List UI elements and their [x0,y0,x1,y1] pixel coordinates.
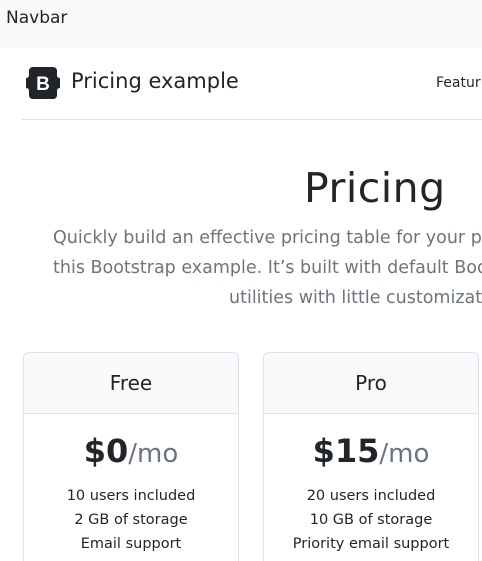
card-header: Pro [264,353,478,414]
hero-title: Pricing [304,164,446,212]
feature-list: 10 users included 2 GB of storage Email … [24,484,238,556]
site-header: B Pricing example Featur [22,47,482,120]
navbar-brand[interactable]: Navbar [6,8,67,28]
pricing-card-pro: Pro $15/mo 20 users included 10 GB of st… [263,352,479,561]
feature-item: 10 GB of storage [309,512,433,528]
feature-item: 2 GB of storage [74,512,188,528]
price-amount: $15 [312,432,380,470]
hero-description-line: Quickly build an effective pricing table… [53,228,482,248]
top-navbar: Navbar [0,0,482,47]
feature-list: 20 users included 10 GB of storage Prior… [264,484,478,556]
plan-name: Pro [355,371,387,395]
page: Navbar B Pricing example Featur Pricing … [0,0,482,561]
price-unit: /mo [128,439,179,469]
nav-link-features[interactable]: Featur [436,75,481,91]
plan-price: $15/mo [264,432,478,470]
header-title[interactable]: Pricing example [71,69,239,93]
hero-description-line: utilities with little customizati [229,288,482,308]
logo-letter: B [36,74,50,95]
pricing-card-free: Free $0/mo 10 users included 2 GB of sto… [23,352,239,561]
card-header: Free [24,353,238,414]
feature-item: 20 users included [306,488,436,504]
feature-item: Email support [80,536,182,552]
hero-description-line: this Bootstrap example. It’s built with … [53,258,482,278]
price-unit: /mo [379,439,430,469]
feature-item: Priority email support [292,536,450,552]
feature-item: 10 users included [66,488,196,504]
plan-price: $0/mo [24,432,238,470]
price-amount: $0 [83,432,129,470]
plan-name: Free [109,371,153,395]
bootstrap-logo-icon[interactable]: B [24,67,62,99]
